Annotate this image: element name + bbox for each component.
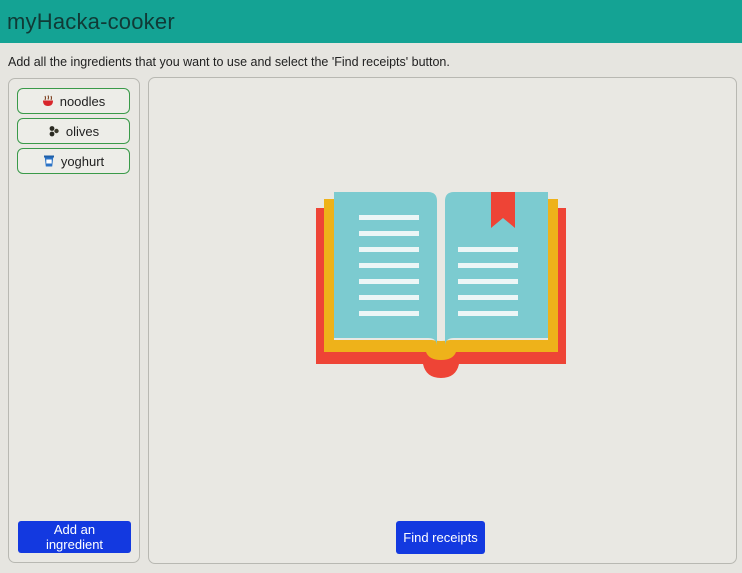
ingredient-chip-olives[interactable]: olives <box>17 118 130 144</box>
ingredients-panel: noodles olives yoghurt Add an ingredient <box>8 78 140 563</box>
open-book-icon <box>316 192 566 382</box>
ingredient-list: noodles olives yoghurt <box>17 88 130 178</box>
ingredient-label: olives <box>65 123 100 139</box>
page-body: Add all the ingredients that you want to… <box>0 43 742 573</box>
recipes-panel: Find receipts <box>148 77 737 564</box>
app-title: myHacka-cooker <box>7 9 175 34</box>
app-header: myHacka-cooker <box>0 0 742 43</box>
noodle-bowl-icon <box>42 95 54 107</box>
olives-icon <box>48 125 60 137</box>
yoghurt-cup-icon <box>43 155 55 167</box>
instructions-text: Add all the ingredients that you want to… <box>8 55 450 69</box>
find-receipts-button[interactable]: Find receipts <box>396 521 485 554</box>
add-ingredient-button[interactable]: Add an ingredient <box>18 521 131 553</box>
ingredient-label: noodles <box>59 93 106 109</box>
ingredient-label: yoghurt <box>60 153 105 169</box>
ingredient-chip-yoghurt[interactable]: yoghurt <box>17 148 130 174</box>
ingredient-chip-noodles[interactable]: noodles <box>17 88 130 114</box>
